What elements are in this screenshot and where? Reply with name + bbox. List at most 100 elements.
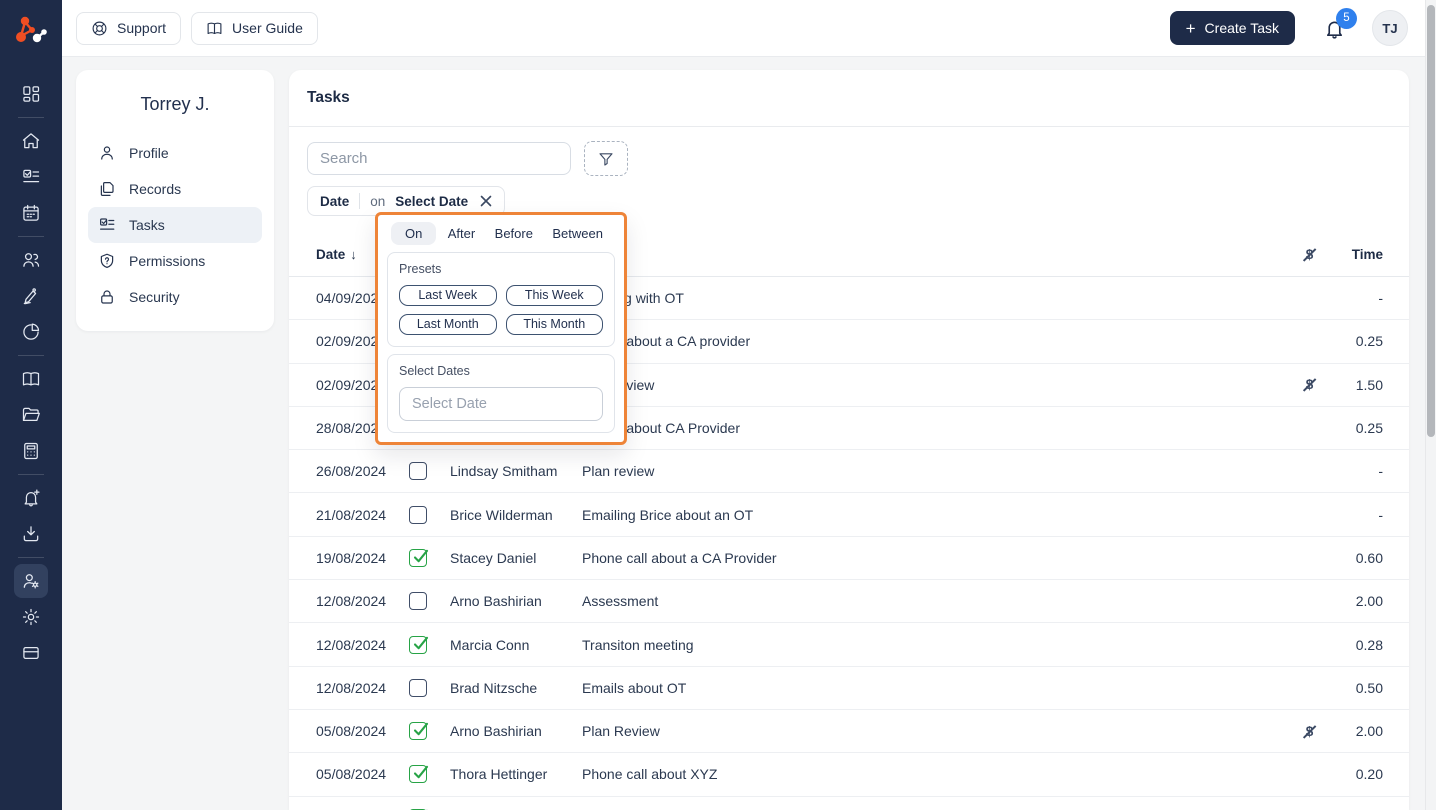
support-button[interactable]: Support — [76, 11, 182, 45]
table-row[interactable]: 12/08/2024 Marcia Conn Transiton meeting… — [289, 623, 1409, 667]
funnel-icon — [599, 152, 613, 166]
chip-divider — [359, 193, 361, 209]
support-label: Support — [117, 20, 167, 36]
rail-divider — [18, 236, 44, 237]
rail-user-settings-icon[interactable] — [14, 564, 48, 598]
task-time: 0.20 — [1355, 766, 1383, 783]
tab-before[interactable]: Before — [487, 222, 541, 245]
table-row[interactable]: 12/08/2024 Brad Nitzsche Emails about OT… — [289, 667, 1409, 710]
tab-between[interactable]: Between — [544, 222, 611, 245]
task-time: 1.50 — [1355, 376, 1383, 393]
task-checkbox[interactable] — [409, 765, 429, 784]
task-date: 26/08/2024 — [316, 463, 387, 480]
task-checkbox[interactable] — [409, 678, 427, 697]
sidebar-item-label: Profile — [129, 145, 169, 161]
table-row[interactable]: 05/08/2024 Lindsay Smitham OT Assessment… — [289, 797, 1409, 810]
rail-dashboard-icon[interactable] — [14, 77, 48, 111]
rail-pie-chart-icon[interactable] — [14, 315, 48, 349]
table-row[interactable]: 26/08/2024 Lindsay Smitham Plan review $… — [289, 450, 1409, 494]
tab-on[interactable]: On — [391, 222, 437, 245]
task-time: 0.25 — [1355, 420, 1383, 437]
time-column-header[interactable]: Time — [1331, 247, 1383, 262]
task-time: - — [1378, 463, 1383, 480]
rail-settings-icon[interactable] — [14, 600, 48, 634]
chip-field: Date — [320, 193, 350, 209]
filter-button[interactable] — [584, 141, 628, 176]
notifications-button[interactable]: 5 — [1323, 7, 1357, 40]
task-description: Phone call about XYZ — [582, 766, 718, 783]
task-description: Emails about OT — [582, 679, 687, 696]
rail-divider — [18, 474, 44, 475]
shield-question-icon — [100, 253, 114, 268]
sort-desc-icon: ↓ — [350, 247, 357, 262]
chip-operator: on — [370, 193, 386, 209]
profile-name: Torrey J. — [140, 94, 210, 114]
table-row[interactable]: 21/08/2024 Brice Wilderman Emailing Bric… — [289, 493, 1409, 537]
sidebar-item-profile[interactable]: Profile — [88, 135, 262, 171]
task-checkbox[interactable] — [409, 462, 427, 481]
table-row[interactable]: 05/08/2024 Thora Hettinger Phone call ab… — [289, 753, 1409, 797]
task-checkbox[interactable] — [409, 505, 427, 524]
rail-signature-icon[interactable] — [14, 279, 48, 313]
task-checkbox[interactable] — [409, 635, 429, 654]
task-description: Plan Review — [582, 723, 660, 740]
task-assignee: Stacey Daniel — [450, 549, 537, 566]
task-assignee: Brad Nitzsche — [450, 679, 538, 696]
rail-checklist-icon[interactable] — [14, 160, 48, 194]
topbar: Support User Guide + Create Task 5 TJ — [62, 0, 1436, 57]
preset-last-month-button[interactable]: Last Month — [399, 314, 497, 335]
preset-last-week-button[interactable]: Last Week — [399, 285, 497, 306]
task-assignee: Thora Hettinger — [450, 766, 548, 783]
sidebar-item-security[interactable]: Security — [88, 279, 262, 315]
app-logo[interactable] — [0, 0, 62, 62]
sidebar-item-tasks[interactable]: Tasks — [88, 207, 262, 243]
table-row[interactable]: 12/08/2024 Arno Bashirian Assessment $ 2… — [289, 580, 1409, 624]
rail-book-icon[interactable] — [14, 362, 48, 396]
preset-this-month-button[interactable]: This Month — [505, 314, 603, 335]
rail-calculator-icon[interactable] — [14, 434, 48, 468]
task-description: Phone about CA Provider — [582, 420, 740, 437]
task-time: - — [1378, 290, 1383, 307]
task-assignee: Lindsay Smitham — [450, 463, 558, 480]
task-time: 0.25 — [1355, 333, 1383, 350]
rail-users-icon[interactable] — [14, 243, 48, 277]
rail-wallet-icon[interactable] — [14, 636, 48, 670]
user-guide-button[interactable]: User Guide — [191, 11, 318, 45]
rail-bell-plus-icon[interactable] — [14, 481, 48, 515]
task-time: 2.00 — [1355, 593, 1383, 610]
table-row[interactable]: 05/08/2024 Arno Bashirian Plan Review $ … — [289, 710, 1409, 754]
date-picker-input[interactable] — [399, 387, 603, 421]
molecule-logo-icon — [16, 16, 47, 43]
plus-icon: + — [1185, 18, 1196, 38]
avatar[interactable]: TJ — [1372, 10, 1408, 46]
task-assignee: Marcia Conn — [450, 636, 530, 653]
sidebar-item-records[interactable]: Records — [88, 171, 262, 207]
sidebar-item-permissions[interactable]: Permissions — [88, 243, 262, 279]
create-task-button[interactable]: + Create Task — [1169, 11, 1295, 45]
sidebar-item-label: Permissions — [129, 253, 206, 269]
task-checkbox[interactable] — [409, 722, 429, 741]
support-icon — [92, 21, 107, 35]
rail-download-icon[interactable] — [14, 517, 48, 551]
table-row[interactable]: 19/08/2024 Stacey Daniel Phone call abou… — [289, 537, 1409, 581]
scrollbar-thumb[interactable] — [1426, 5, 1435, 437]
preset-this-week-button[interactable]: This Week — [505, 285, 603, 306]
presets-box: Presets Last Week This Week Last Month T… — [387, 252, 615, 347]
scrollbar-track — [1425, 0, 1436, 810]
search-input[interactable] — [307, 142, 571, 175]
task-date: 05/08/2024 — [316, 766, 387, 783]
sidebar-item-label: Security — [129, 289, 180, 305]
tab-after[interactable]: After — [440, 222, 483, 245]
chip-value: Select Date — [395, 193, 469, 209]
task-description: Meeting with OT — [582, 290, 684, 307]
task-checkbox[interactable] — [409, 592, 427, 611]
rail-home-icon[interactable] — [14, 124, 48, 158]
rail-calendar-icon[interactable] — [14, 196, 48, 230]
create-task-label: Create Task — [1204, 20, 1279, 36]
profile-sidebar: Torrey J. Profile Records Tasks Permissi… — [76, 70, 274, 331]
chip-remove-button[interactable] — [480, 195, 492, 207]
task-checkbox[interactable] — [409, 548, 429, 567]
task-time: 2.00 — [1355, 723, 1383, 740]
task-description: Plan review — [582, 463, 655, 480]
rail-folder-icon[interactable] — [14, 398, 48, 432]
